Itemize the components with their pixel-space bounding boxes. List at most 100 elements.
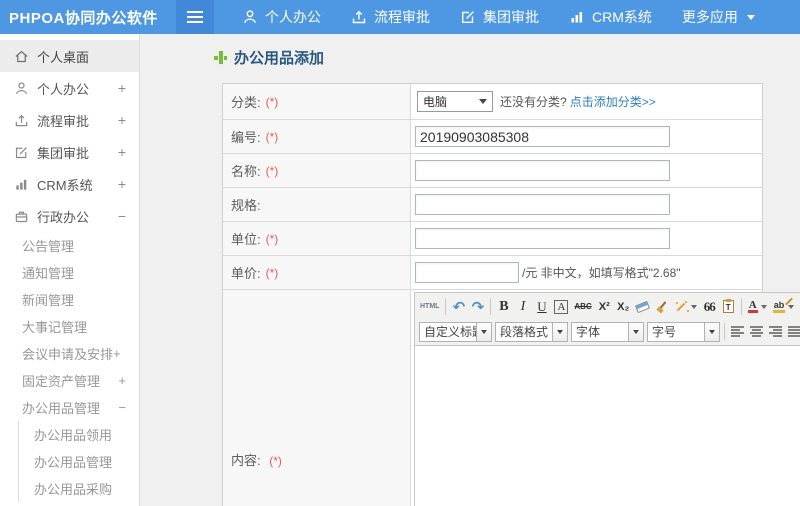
sidebar-item-supplies-requisition[interactable]: 办公用品领用 [19, 421, 139, 448]
undo-icon[interactable]: ↶ [449, 296, 468, 317]
subscript-icon[interactable]: X₂ [614, 296, 633, 317]
toolbar-separator [724, 323, 725, 340]
font-style-icon[interactable]: A [554, 299, 569, 314]
dropdown-caret-icon[interactable] [552, 322, 567, 341]
label-text: 名称: [231, 164, 261, 179]
sidebar-item-supplies-purchase[interactable]: 办公用品采购 [19, 475, 139, 502]
sidebar-item-group-approval[interactable]: 集团审批 + [0, 136, 139, 168]
sidebar-item-news-mgmt[interactable]: 新闻管理 [0, 286, 139, 313]
nav-more-apps[interactable]: 更多应用 [682, 7, 755, 27]
unit-input[interactable] [415, 228, 670, 249]
sidebar-item-admin-office[interactable]: 行政办公 − [0, 200, 139, 232]
flow-approval-icon [352, 10, 366, 24]
sidebar-item-supplies-management[interactable]: 办公用品管理 [19, 448, 139, 475]
underline-icon[interactable]: U [532, 296, 551, 317]
number-input[interactable] [415, 126, 670, 147]
field-label: 编号: (*) [223, 120, 411, 153]
field-cell: /元 非中文，如填写格式"2.68" [411, 256, 762, 289]
label-text: 内容: [231, 453, 261, 468]
format-brush-icon[interactable] [655, 300, 669, 314]
spec-input[interactable] [415, 194, 670, 215]
page-header: 办公用品添加 [214, 47, 324, 68]
label-text: 规格: [231, 198, 261, 213]
nav-crm[interactable]: CRM系统 [569, 7, 652, 27]
font-color-icon[interactable]: A [747, 300, 758, 313]
chart-icon [16, 179, 27, 190]
paste-as-text-icon[interactable]: T [722, 299, 734, 313]
source-code-icon[interactable]: HTML [417, 296, 442, 317]
nav-group-approval[interactable]: 集团审批 [460, 7, 539, 27]
office-supply-add-form: 分类: (*) 电脑 还没有分类? 点击添加分类>> 编号: (*) 20190… [222, 83, 800, 506]
dropdown-caret-icon[interactable] [628, 322, 643, 341]
price-format-hint: /元 非中文，如填写格式"2.68" [522, 266, 681, 280]
user-icon [244, 10, 256, 23]
dropdown-caret-icon[interactable] [704, 322, 719, 341]
sidebar-item-label: CRM系统 [37, 177, 93, 193]
sidebar-item-fixed-assets-mgmt[interactable]: 固定资产管理 + [0, 367, 139, 394]
sidebar-item-label: 办公用品管理 [34, 455, 113, 470]
superscript-icon[interactable]: X² [595, 296, 614, 317]
custom-heading-dropdown[interactable]: 自定义标题 [419, 321, 492, 342]
expand-icon[interactable]: + [118, 373, 126, 388]
nav-personal-office[interactable]: 个人办公 [242, 7, 321, 27]
sidebar-item-label: 个人办公 [37, 81, 90, 97]
strikethrough-icon[interactable]: ABC [571, 296, 594, 317]
paragraph-format-dropdown[interactable]: 段落格式 [495, 321, 568, 342]
font-size-dropdown[interactable]: 字号 [647, 321, 720, 342]
sidebar-item-memorabilia-mgmt[interactable]: 大事记管理 [0, 313, 139, 340]
sidebar-item-label: 行政办公 [37, 209, 90, 225]
sidebar-item-label: 固定资产管理 [22, 374, 101, 389]
expand-icon[interactable]: + [118, 144, 126, 160]
sidebar-item-personal-desktop[interactable]: 个人桌面 [0, 40, 139, 72]
sidebar-item-flow-approval[interactable]: 流程审批 + [0, 104, 139, 136]
sidebar-item-label: 集团审批 [37, 145, 90, 161]
align-left-icon[interactable] [731, 326, 744, 337]
required-mark: (*) [265, 163, 279, 178]
sidebar-toggle-button[interactable] [176, 0, 214, 34]
sidebar-submenu-office-supplies: 办公用品领用 办公用品管理 办公用品采购 [18, 421, 139, 502]
editor-content-area[interactable] [415, 346, 800, 506]
nav-label: 更多应用 [681, 9, 738, 25]
italic-icon[interactable]: I [513, 296, 532, 317]
sidebar-item-crm[interactable]: CRM系统 + [0, 168, 139, 200]
phpoa-app-window: PHPOA协同办公软件 个人办公 流程审批 集团审批 CRM系统 更多应用 个人… [0, 0, 800, 506]
bold-icon[interactable]: B [494, 296, 513, 317]
sidebar-item-label: 通知管理 [22, 266, 75, 281]
sidebar-item-meeting-mgmt[interactable]: 会议申请及安排 + [0, 340, 139, 367]
expand-icon[interactable]: + [118, 112, 126, 128]
eraser-icon[interactable] [634, 300, 650, 313]
font-family-dropdown[interactable]: 字体 [571, 321, 644, 342]
highlight-color-icon[interactable]: ab [772, 300, 786, 313]
collapse-icon[interactable]: − [118, 208, 126, 224]
main-content: 办公用品添加 分类: (*) 电脑 还没有分类? 点击添加分类>> 编号: (*… [140, 34, 800, 506]
sidebar-item-announcement-mgmt[interactable]: 公告管理 [0, 232, 139, 259]
required-mark: (*) [265, 231, 279, 246]
align-right-icon[interactable] [769, 326, 782, 337]
quick-format-icon[interactable] [675, 300, 688, 313]
category-select[interactable]: 电脑 [417, 91, 493, 112]
name-input[interactable] [415, 160, 670, 181]
add-category-link[interactable]: 点击添加分类>> [570, 93, 656, 110]
redo-icon[interactable]: ↷ [468, 296, 487, 317]
expand-icon[interactable]: + [113, 346, 121, 361]
sidebar-item-notice-mgmt[interactable]: 通知管理 [0, 259, 139, 286]
label-text: 单位: [231, 232, 261, 247]
align-center-icon[interactable] [750, 326, 763, 337]
caret-down-icon [746, 14, 755, 20]
form-row-price: 单价: (*) /元 非中文，如填写格式"2.68" [223, 256, 762, 290]
form-row-content: 内容: (*) HTML ↶ ↷ B I U A ABC X² X₂ 66 T … [223, 290, 800, 506]
sidebar-item-office-supplies-mgmt[interactable]: 办公用品管理 − [0, 394, 139, 421]
form-row-unit: 单位: (*) [223, 222, 762, 256]
justify-icon[interactable] [788, 326, 800, 337]
sidebar-item-label: 办公用品管理 [22, 401, 101, 416]
sidebar-item-label: 会议申请及安排 [22, 347, 114, 362]
dropdown-caret-icon[interactable] [476, 322, 491, 341]
sidebar-item-personal-office[interactable]: 个人办公 + [0, 72, 139, 104]
dropdown-label: 字号 [652, 325, 677, 339]
collapse-icon[interactable]: − [118, 400, 126, 415]
nav-flow-approval[interactable]: 流程审批 [351, 7, 430, 27]
blockquote-icon[interactable]: 66 [700, 296, 719, 317]
price-input[interactable] [415, 262, 519, 283]
expand-icon[interactable]: + [118, 80, 126, 96]
expand-icon[interactable]: + [118, 176, 126, 192]
